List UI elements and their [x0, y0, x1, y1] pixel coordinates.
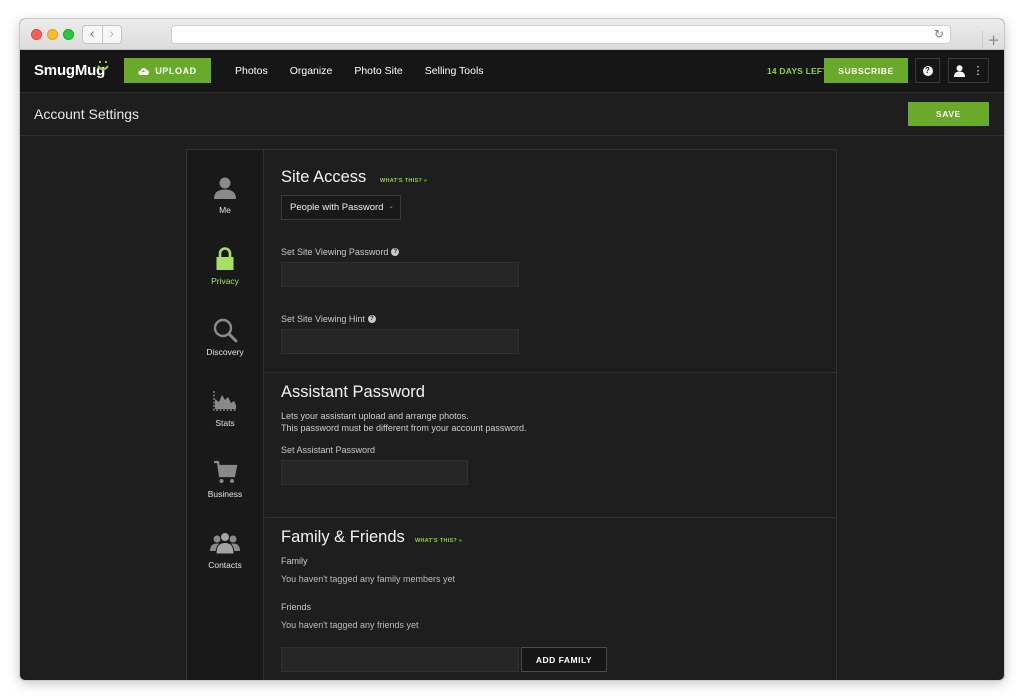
sidebar-item-business[interactable]: Business [187, 459, 263, 519]
whats-this-link[interactable]: WHAT'S THIS? » [380, 178, 427, 184]
section-title: Family & Friends [281, 528, 405, 546]
help-icon[interactable]: ? [391, 248, 400, 256]
site-hint-label: Set Site Viewing Hint ? [281, 314, 376, 324]
user-menu-button[interactable]: ⋮ [948, 58, 989, 83]
more-icon: ⋮ [972, 64, 984, 77]
sidebar-item-label: Stats [215, 418, 235, 428]
help-icon: ? [922, 65, 933, 76]
site-access-select[interactable]: People with Password ⌄ [281, 195, 401, 220]
app-header: SmugMug UPLOAD Photos Organize Photo Sit… [20, 50, 1004, 93]
back-icon[interactable]: ‹ [83, 26, 102, 43]
settings-content: Site Access WHAT'S THIS? » People with P… [265, 150, 837, 680]
page-title: Account Settings [34, 106, 140, 122]
family-friends-section: Family & Friends WHAT'S THIS? » Family Y… [265, 518, 837, 680]
people-icon [210, 532, 240, 555]
chevron-down-icon: ⌄ [388, 202, 394, 210]
new-tab-icon[interactable]: + [982, 31, 1004, 50]
sidebar-item-label: Business [207, 489, 243, 499]
reload-icon[interactable]: ↻ [934, 27, 944, 41]
friends-label: Friends [281, 602, 312, 612]
sidebar-item-label: Privacy [211, 276, 239, 286]
subscribe-button[interactable]: SUBSCRIBE [824, 58, 908, 83]
family-empty-note: You haven't tagged any family members ye… [281, 574, 455, 584]
nav-selling-tools[interactable]: Selling Tools [425, 50, 484, 93]
site-hint-label-text: Set Site Viewing Hint [281, 314, 365, 324]
browser-toolbar: ‹ › ↻ + [20, 19, 1004, 50]
assistant-password-label: Set Assistant Password [281, 445, 376, 455]
site-access-section: Site Access WHAT'S THIS? » People with P… [265, 150, 837, 373]
cart-icon [214, 460, 238, 483]
site-password-label: Set Site Viewing Password ? [281, 247, 400, 257]
site-password-label-text: Set Site Viewing Password [281, 247, 389, 257]
whats-this-link[interactable]: WHAT'S THIS? » [415, 538, 462, 544]
save-button[interactable]: SAVE [908, 102, 989, 126]
site-password-input[interactable] [281, 262, 519, 287]
magnifier-icon [213, 318, 238, 343]
settings-panel: Me Privacy Discovery Stats Business Cont… [186, 149, 837, 680]
friends-empty-note: You haven't tagged any friends yet [281, 620, 419, 630]
lock-icon [216, 247, 234, 270]
zoom-window-button[interactable] [63, 29, 74, 40]
add-family-button[interactable]: ADD FAMILY [521, 647, 607, 672]
assistant-description-line-1: Lets your assistant upload and arrange p… [281, 411, 469, 421]
cloud-upload-icon [138, 67, 150, 75]
nav-organize[interactable]: Organize [290, 50, 333, 93]
smugmug-logo[interactable]: SmugMug [34, 62, 105, 79]
minimize-window-button[interactable] [47, 29, 58, 40]
sidebar-item-me[interactable]: Me [187, 175, 263, 235]
sidebar-item-label: Me [219, 205, 231, 215]
help-icon[interactable]: ? [367, 315, 376, 323]
sidebar-item-stats[interactable]: Stats [187, 388, 263, 448]
close-window-button[interactable] [31, 29, 42, 40]
upload-button[interactable]: UPLOAD [124, 58, 211, 83]
nav-photo-site[interactable]: Photo Site [354, 50, 402, 93]
user-icon [953, 64, 965, 77]
add-family-input[interactable] [281, 647, 519, 672]
trial-days-left: 14 DAYS LEFT [767, 66, 828, 76]
smugmug-logo-mark-icon [97, 61, 109, 71]
page-header: Account Settings SAVE [20, 93, 1004, 136]
nav-photos[interactable]: Photos [235, 50, 268, 93]
help-button[interactable]: ? [915, 58, 940, 83]
sidebar-item-contacts[interactable]: Contacts [187, 530, 263, 590]
section-title: Assistant Password [281, 383, 425, 401]
main-nav: Photos Organize Photo Site Selling Tools [235, 50, 506, 93]
forward-icon[interactable]: › [101, 26, 122, 43]
sidebar-item-privacy[interactable]: Privacy [187, 246, 263, 306]
address-bar[interactable]: ↻ [171, 25, 951, 44]
assistant-description-line-2: This password must be different from you… [281, 423, 527, 433]
site-access-selected-value: People with Password [290, 202, 384, 213]
section-title: Site Access [281, 168, 367, 186]
person-icon [214, 177, 236, 199]
assistant-password-section: Assistant Password Lets your assistant u… [265, 373, 837, 518]
family-label: Family [281, 556, 308, 566]
sidebar-item-label: Discovery [206, 347, 244, 357]
browser-window: ‹ › ↻ + SmugMug UPLOAD Photos Organize P… [20, 19, 1004, 680]
history-nav: ‹ › [82, 25, 122, 44]
sidebar-item-label: Contacts [208, 560, 242, 570]
upload-label: UPLOAD [155, 65, 197, 76]
sidebar-item-discovery[interactable]: Discovery [187, 317, 263, 377]
stats-chart-icon [213, 391, 237, 411]
settings-sidebar: Me Privacy Discovery Stats Business Cont… [187, 150, 264, 680]
site-hint-input[interactable] [281, 329, 519, 354]
assistant-password-input[interactable] [281, 460, 468, 485]
